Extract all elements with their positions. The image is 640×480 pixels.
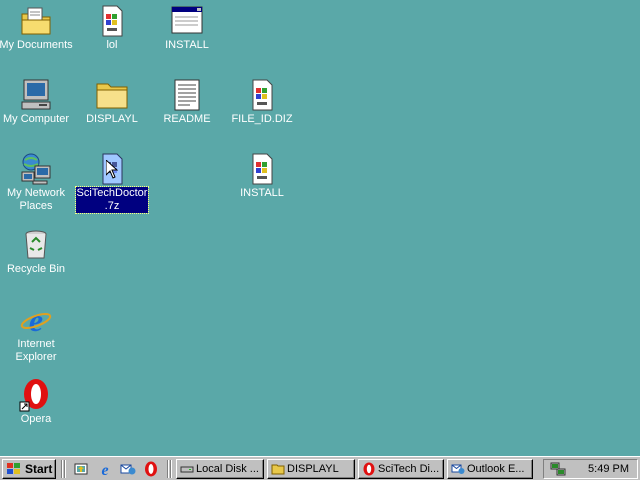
opera-icon[interactable] [143, 461, 159, 477]
desktop-icon-file-id-diz[interactable]: FILE_ID.DIZ [224, 78, 300, 126]
desktop-icon-opera[interactable]: Opera [0, 378, 74, 426]
taskbar-separator [64, 460, 66, 478]
icon-label: Recycle Bin [6, 263, 66, 275]
icon-label: My Documents [0, 39, 73, 51]
task-button-scitech[interactable]: SciTech Di... [358, 459, 444, 479]
task-label: Local Disk ... [196, 463, 259, 475]
folder-documents-icon [19, 4, 53, 38]
window-program-icon [170, 4, 204, 38]
windows-logo-icon [6, 462, 22, 476]
clock[interactable]: 5:49 PM [588, 463, 629, 475]
system-tray: 5:49 PM [543, 459, 638, 479]
text-document-icon [170, 78, 204, 112]
desktop-icon-install-ini[interactable]: INSTALL [224, 152, 300, 200]
ini-file-icon [245, 152, 279, 186]
desktop-icon-readme[interactable]: README [149, 78, 225, 126]
task-button-outlook-express[interactable]: Outlook E... [447, 459, 533, 479]
desktop-icon-my-network-places[interactable]: My Network Places [0, 152, 74, 213]
task-label: Outlook E... [467, 463, 525, 475]
icon-label: INSTALL [240, 187, 284, 199]
svg-text:e: e [29, 303, 43, 337]
start-label: Start [25, 462, 53, 476]
desktop-icon-displayl[interactable]: DISPLAYL [74, 78, 150, 126]
outlook-express-icon [451, 462, 465, 476]
desktop-icon-lol[interactable]: lol [74, 4, 150, 52]
icon-label: INSTALL [165, 39, 209, 51]
ini-file-icon [245, 78, 279, 112]
icon-label: SciTechDoctor .7z [74, 186, 150, 214]
ie-icon[interactable]: e [97, 461, 113, 479]
recycle-bin-icon [19, 228, 53, 262]
ini-file-icon [95, 4, 129, 38]
start-button[interactable]: Start [2, 459, 56, 479]
show-desktop-icon[interactable] [73, 461, 89, 477]
network-icon [19, 152, 53, 186]
icon-label: DISPLAYL [86, 113, 138, 125]
taskbar-separator [61, 460, 63, 478]
taskbar-separator [167, 460, 169, 478]
desktop[interactable]: My Documents lol INSTALL My Computer DIS… [0, 0, 640, 456]
taskbar: Start e Local Disk ... DISPLAYL SciTech … [0, 456, 640, 480]
icon-label: My Computer [2, 113, 70, 125]
computer-icon [19, 78, 53, 112]
svg-text:e: e [101, 462, 108, 477]
taskbar-separator [170, 460, 172, 478]
network-tray-icon[interactable] [550, 461, 566, 477]
desktop-icon-recycle-bin[interactable]: Recycle Bin [0, 228, 74, 276]
desktop-icon-install-program[interactable]: INSTALL [149, 4, 225, 52]
drive-icon [180, 462, 194, 476]
outlook-express-icon[interactable] [120, 461, 136, 477]
task-button-local-disk[interactable]: Local Disk ... [176, 459, 264, 479]
task-button-displayl[interactable]: DISPLAYL [267, 459, 355, 479]
desktop-icon-my-computer[interactable]: My Computer [0, 78, 74, 126]
ie-icon: e [19, 302, 53, 338]
mouse-cursor-icon [105, 158, 119, 182]
icon-label: Opera [20, 413, 52, 425]
icon-label: My Network Places [6, 187, 66, 212]
opera-icon [362, 462, 376, 476]
icon-label: Internet Explorer [15, 338, 57, 363]
icon-label: FILE_ID.DIZ [231, 113, 293, 125]
opera-icon [19, 378, 53, 412]
desktop-icon-internet-explorer[interactable]: e Internet Explorer [0, 302, 74, 364]
folder-icon [95, 78, 129, 112]
desktop-icon-my-documents[interactable]: My Documents [0, 4, 74, 52]
folder-icon [271, 462, 285, 476]
task-label: DISPLAYL [287, 463, 339, 475]
icon-label: lol [106, 39, 118, 51]
task-label: SciTech Di... [378, 463, 440, 475]
icon-label: README [163, 113, 211, 125]
